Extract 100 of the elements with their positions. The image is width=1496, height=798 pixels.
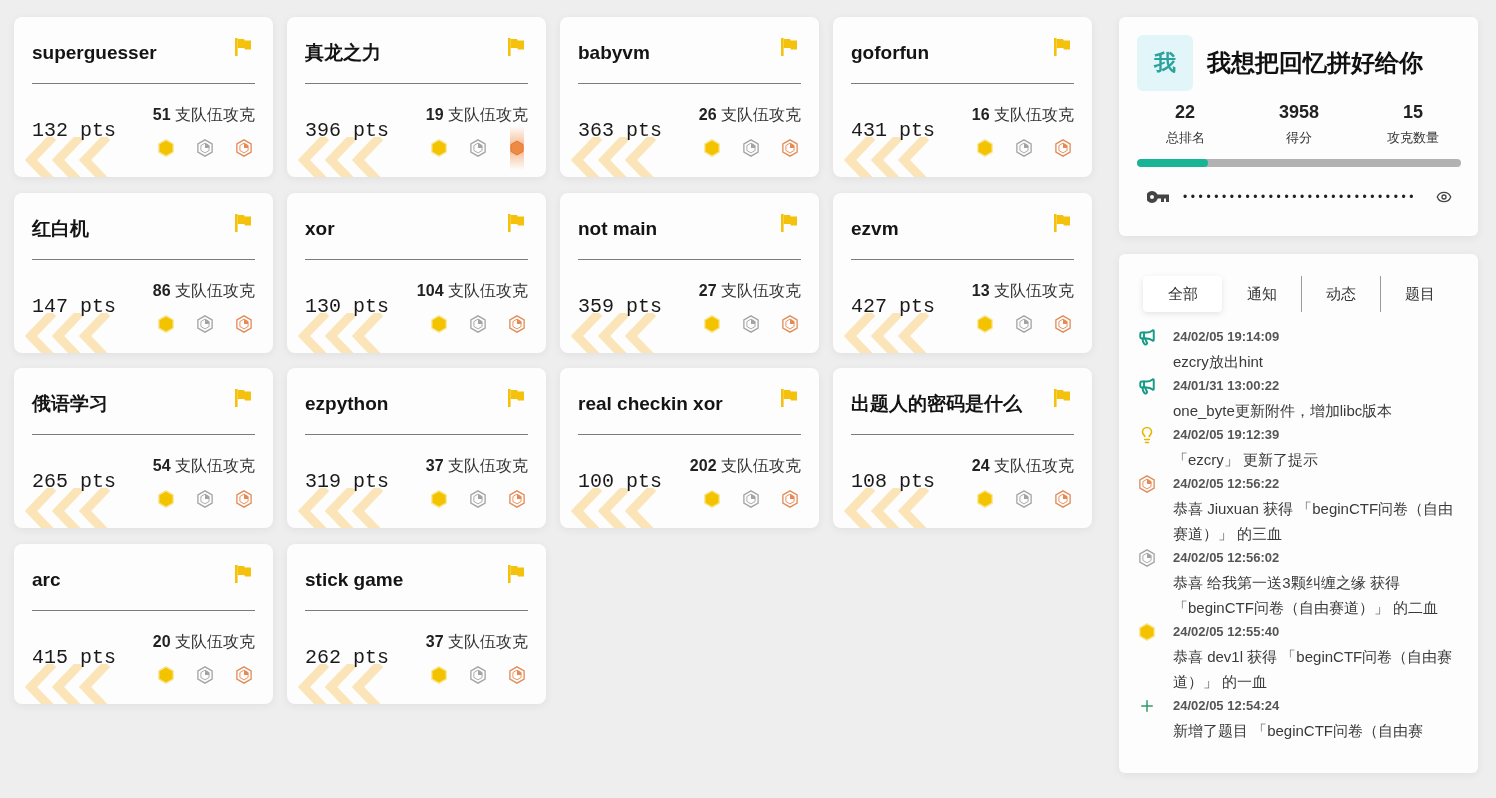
challenge-card[interactable]: 俄语学习 265 pts 54 支队伍攻克 bbox=[14, 368, 273, 528]
feed-message: 恭喜 给我第一送3颗纠缠之缘 获得「beginCTF问卷（自由赛道）」 的二血 bbox=[1173, 573, 1440, 618]
flag-icon bbox=[1053, 212, 1071, 233]
token-field[interactable]: •••••••••••••••••••••••••••••• bbox=[1183, 187, 1422, 207]
hexagon-quarter-icon[interactable] bbox=[781, 490, 799, 508]
filled-hexagon-icon[interactable] bbox=[157, 139, 175, 157]
feed-tab[interactable]: 全部 bbox=[1143, 276, 1222, 312]
filled-hexagon-icon[interactable] bbox=[976, 490, 994, 508]
hexagon-quarter-icon[interactable] bbox=[235, 139, 253, 157]
filled-hexagon-icon[interactable] bbox=[976, 139, 994, 157]
feed-message: 恭喜 Jiuxuan 获得 「beginCTF问卷（自由赛道）」 的三血 bbox=[1173, 499, 1455, 544]
hexagon-quarter-icon[interactable] bbox=[196, 139, 214, 157]
challenge-card[interactable]: stick game 262 pts 37 支队伍攻克 bbox=[287, 543, 546, 704]
challenge-card[interactable]: ezvm 427 pts 13 支队伍攻克 bbox=[833, 192, 1092, 353]
hexagon-quarter-icon[interactable] bbox=[469, 139, 487, 157]
hexagon-quarter-icon[interactable] bbox=[1015, 314, 1033, 333]
challenge-points: 431 pts bbox=[851, 119, 935, 143]
eye-icon bbox=[1436, 189, 1452, 205]
hexagon-quarter-icon[interactable] bbox=[508, 490, 526, 508]
flag-icon bbox=[234, 212, 252, 233]
hexagon-quarter-icon[interactable] bbox=[742, 314, 760, 333]
flag-icon bbox=[780, 388, 798, 408]
hexagon-quarter-icon[interactable] bbox=[781, 314, 799, 333]
challenge-points: 147 pts bbox=[32, 294, 116, 319]
hexagon-quarter-icon[interactable] bbox=[1054, 314, 1072, 333]
hexagon-quarter-icon[interactable] bbox=[781, 139, 799, 157]
challenge-card[interactable]: 红白机 147 pts 86 支队伍攻克 bbox=[14, 192, 273, 353]
filled-hexagon-icon[interactable] bbox=[430, 314, 448, 333]
hexagon-quarter-icon[interactable] bbox=[469, 490, 487, 508]
hexagon-quarter-icon[interactable] bbox=[742, 139, 760, 157]
user-name: 我想把回忆拼好给你 bbox=[1207, 48, 1423, 78]
filled-hexagon-icon bbox=[1138, 623, 1156, 641]
challenge-card[interactable]: not main 359 pts 27 支队伍攻克 bbox=[560, 192, 819, 353]
filled-hexagon-icon[interactable] bbox=[157, 665, 175, 684]
challenge-card[interactable]: goforfun 431 pts 16 支队伍攻克 bbox=[833, 17, 1092, 177]
filled-hexagon-icon[interactable] bbox=[430, 139, 448, 157]
hexagon-quarter-icon[interactable] bbox=[508, 665, 526, 684]
hexagon-quarter-icon[interactable] bbox=[742, 490, 760, 508]
feed-message: one_byte更新附件，增加libc版本 bbox=[1173, 401, 1394, 421]
show-token-button[interactable] bbox=[1436, 189, 1452, 205]
hexagon-quarter-icon[interactable] bbox=[469, 314, 487, 333]
challenge-points: 265 pts bbox=[32, 470, 116, 494]
filled-hexagon-icon[interactable] bbox=[703, 490, 721, 508]
challenge-points: 262 pts bbox=[305, 645, 389, 670]
feed-tab[interactable]: 动态 bbox=[1301, 276, 1380, 312]
filled-hexagon-icon[interactable] bbox=[703, 314, 721, 333]
stat-label: 得分 bbox=[1286, 129, 1312, 147]
challenge-card[interactable]: xor 130 pts 104 支队伍攻克 bbox=[287, 192, 546, 353]
hexagon-quarter-icon[interactable] bbox=[508, 314, 526, 333]
challenge-title: 真龙之力 bbox=[305, 41, 381, 65]
challenge-title: 俄语学习 bbox=[32, 392, 108, 416]
feed-tab[interactable]: 通知 bbox=[1222, 276, 1301, 312]
challenge-card[interactable]: real checkin xor 100 pts 202 支队伍攻克 bbox=[560, 368, 819, 528]
flag-icon bbox=[1053, 37, 1071, 57]
solve-count: 27 支队伍攻克 bbox=[698, 280, 801, 301]
challenge-card[interactable]: babyvm 363 pts 26 支队伍攻克 bbox=[560, 17, 819, 177]
hexagon-quarter-icon[interactable] bbox=[196, 665, 214, 684]
challenge-title: goforfun bbox=[851, 42, 930, 64]
filled-hexagon-icon[interactable] bbox=[976, 314, 994, 333]
challenge-points: 108 pts bbox=[851, 470, 935, 494]
challenge-title: real checkin xor bbox=[578, 393, 723, 415]
feed-tab[interactable]: 题目 bbox=[1380, 276, 1459, 312]
challenge-card[interactable]: ezpython 319 pts 37 支队伍攻克 bbox=[287, 368, 546, 528]
feed-message: ezcry放出hint bbox=[1173, 352, 1265, 372]
challenge-card[interactable]: 真龙之力 396 pts 19 支队伍攻克 bbox=[287, 17, 546, 177]
hexagon-quarter-icon[interactable] bbox=[235, 665, 253, 684]
challenge-title: xor bbox=[305, 217, 335, 240]
hexagon-quarter-icon[interactable] bbox=[1015, 490, 1033, 508]
challenge-points: 415 pts bbox=[32, 645, 116, 670]
filled-hexagon-icon[interactable] bbox=[703, 139, 721, 157]
challenge-points: 130 pts bbox=[305, 294, 389, 319]
solve-count: 20 支队伍攻克 bbox=[152, 631, 255, 652]
hexagon-quarter-icon[interactable] bbox=[1054, 139, 1072, 157]
plus-icon bbox=[1138, 697, 1156, 715]
flag-icon bbox=[234, 563, 252, 584]
filled-hexagon-icon[interactable] bbox=[430, 490, 448, 508]
hexagon-quarter-icon[interactable] bbox=[196, 490, 214, 508]
hexagon-quarter-icon[interactable] bbox=[235, 314, 253, 333]
hexagon-quarter-icon[interactable] bbox=[1054, 490, 1072, 508]
challenge-title: ezvm bbox=[851, 217, 899, 240]
megaphone-icon bbox=[1138, 328, 1156, 346]
feed-time: 24/02/05 12:56:22 bbox=[1173, 475, 1281, 493]
solve-count: 86 支队伍攻克 bbox=[152, 280, 255, 301]
challenge-title: stick game bbox=[305, 568, 404, 591]
filled-hexagon-icon[interactable] bbox=[157, 314, 175, 333]
hexagon-quarter-icon[interactable] bbox=[1015, 139, 1033, 157]
filled-hexagon-icon[interactable] bbox=[157, 490, 175, 508]
filled-hexagon-icon[interactable] bbox=[430, 665, 448, 684]
flag-icon bbox=[1053, 388, 1071, 408]
challenge-card[interactable]: 出题人的密码是什么 108 pts 24 支队伍攻克 bbox=[833, 368, 1092, 528]
key-icon bbox=[1147, 191, 1169, 203]
avatar-tile: 我 bbox=[1137, 35, 1193, 91]
flag-icon bbox=[507, 388, 525, 408]
feed-time: 24/02/05 12:55:40 bbox=[1173, 623, 1281, 641]
hexagon-quarter-icon[interactable] bbox=[196, 314, 214, 333]
challenge-card[interactable]: arc 415 pts 20 支队伍攻克 bbox=[14, 543, 273, 704]
challenge-card[interactable]: superguesser 132 pts 51 支队伍攻克 bbox=[14, 17, 273, 177]
hexagon-quarter-icon[interactable] bbox=[469, 665, 487, 684]
hexagon-quarter-icon[interactable] bbox=[235, 490, 253, 508]
flag-icon bbox=[780, 37, 798, 57]
